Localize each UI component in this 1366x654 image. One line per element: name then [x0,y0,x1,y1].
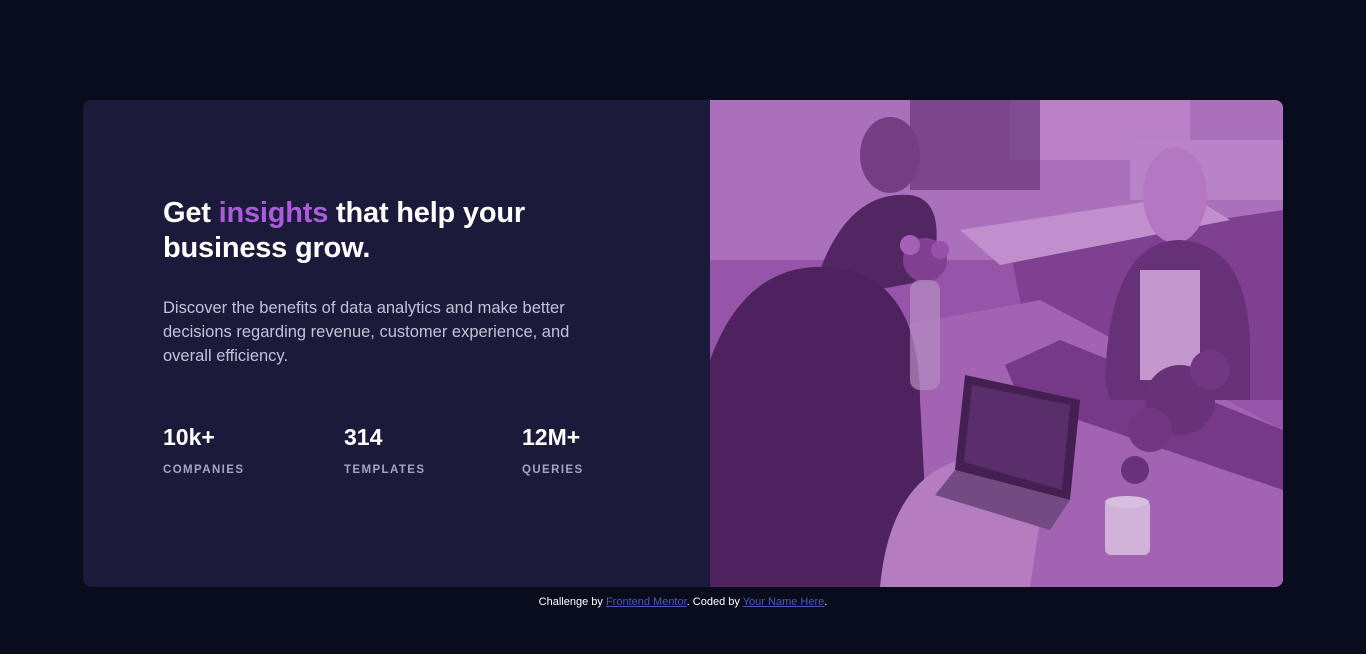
header-image [710,100,1283,587]
card-content: Get insights that help your business gro… [163,196,603,368]
stat-queries: 12M+ QUERIES [522,425,584,476]
footer-suffix: . [824,596,828,608]
office-photo-illustration [710,100,1283,587]
author-link[interactable]: Your Name Here [743,596,825,608]
stat-value: 314 [344,424,383,450]
footer-prefix: Challenge by [538,596,606,608]
footer-middle: . Coded by [686,596,743,608]
stat-companies: 10k+ COMPANIES [163,425,244,476]
stat-label: TEMPLATES [344,464,426,476]
frontend-mentor-link[interactable]: Frontend Mentor [606,596,687,608]
headline-accent: insights [218,197,329,229]
attribution-footer: Challenge by Frontend Mentor. Coded by Y… [0,596,1366,608]
stats-preview-card: Get insights that help your business gro… [83,100,1283,587]
stat-templates: 314 TEMPLATES [344,425,425,476]
headline-part1: Get [163,197,219,229]
stat-value: 12M+ [522,424,581,450]
headline: Get insights that help your business gro… [163,196,603,266]
stat-label: COMPANIES [163,464,245,476]
description: Discover the benefits of data analytics … [163,299,570,365]
stat-label: QUERIES [522,464,584,476]
stats-row: 10k+ COMPANIES 314 TEMPLATES 12M+ QUERIE… [163,425,603,485]
stat-value: 10k+ [163,424,215,450]
